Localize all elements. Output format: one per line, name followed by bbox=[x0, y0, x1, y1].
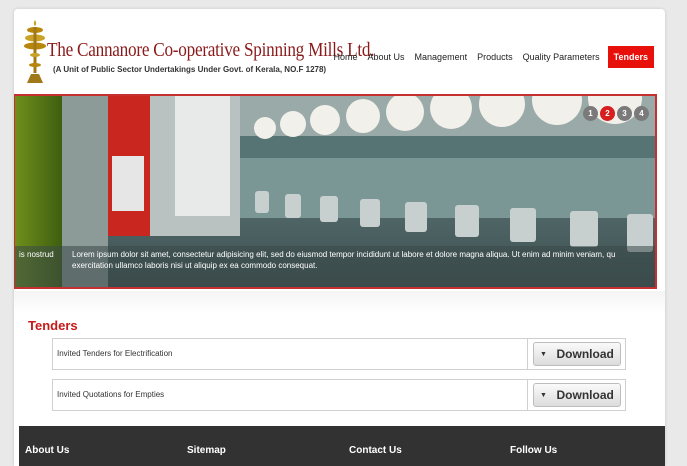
page-container: The Cannanore Co-operative Spinning Mill… bbox=[14, 9, 665, 466]
tenders-heading: Tenders bbox=[28, 318, 78, 333]
footer: About Us Sitemap Contact Us Follow Us bbox=[19, 426, 665, 466]
slider-caption: is nostrud Lorem ipsum dolor sit amet, c… bbox=[15, 246, 655, 276]
download-button[interactable]: ▼ Download bbox=[532, 342, 621, 366]
logo-lamp-icon bbox=[24, 20, 46, 83]
slider-pagination: 1 2 3 4 bbox=[583, 106, 649, 121]
nav-item-management[interactable]: Management bbox=[410, 46, 473, 68]
footer-follow-us[interactable]: Follow Us bbox=[510, 445, 557, 456]
tender-action-cell: ▼ Download bbox=[527, 380, 625, 410]
nav-item-tenders[interactable]: Tenders bbox=[607, 46, 654, 68]
nav-item-products[interactable]: Products bbox=[472, 46, 518, 68]
slider-caption-line-2: exercitation ullamco laboris nisi ut ali… bbox=[72, 261, 318, 270]
chevron-down-icon: ▼ bbox=[540, 391, 547, 399]
download-button[interactable]: ▼ Download bbox=[532, 383, 621, 407]
chevron-down-icon: ▼ bbox=[540, 350, 547, 358]
main-nav: Home About Us Management Products Qualit… bbox=[329, 46, 654, 68]
slider-shadow bbox=[14, 291, 665, 313]
download-label: Download bbox=[556, 388, 614, 402]
tender-row: Invited Quotations for Empties ▼ Downloa… bbox=[52, 379, 626, 411]
site-subtitle: (A Unit of Public Sector Undertakings Un… bbox=[53, 65, 327, 74]
image-slider[interactable]: 1 2 3 4 is nostrud Lorem ipsum dolor sit… bbox=[14, 94, 657, 289]
tender-action-cell: ▼ Download bbox=[527, 339, 625, 369]
slider-page-2[interactable]: 2 bbox=[600, 106, 615, 121]
nav-item-about-us[interactable]: About Us bbox=[363, 46, 410, 68]
nav-item-home[interactable]: Home bbox=[329, 46, 363, 68]
site-title[interactable]: The Cannanore Co-operative Spinning Mill… bbox=[47, 39, 375, 62]
tender-label: Invited Quotations for Empties bbox=[57, 390, 165, 399]
download-label: Download bbox=[556, 347, 614, 361]
slider-page-4[interactable]: 4 bbox=[634, 106, 649, 121]
slider-caption-left: is nostrud bbox=[19, 250, 54, 259]
footer-contact-us[interactable]: Contact Us bbox=[349, 445, 402, 456]
slider-page-3[interactable]: 3 bbox=[617, 106, 632, 121]
tender-row: Invited Tenders for Electrification ▼ Do… bbox=[52, 338, 626, 370]
slider-caption-text: Lorem ipsum dolor sit amet, consectetur … bbox=[72, 249, 655, 271]
tender-label: Invited Tenders for Electrification bbox=[57, 349, 173, 358]
nav-item-quality-parameters[interactable]: Quality Parameters bbox=[518, 46, 605, 68]
slider-page-1[interactable]: 1 bbox=[583, 106, 598, 121]
footer-about-us[interactable]: About Us bbox=[25, 445, 69, 456]
slider-caption-line-1: Lorem ipsum dolor sit amet, consectetur … bbox=[72, 250, 616, 259]
footer-sitemap[interactable]: Sitemap bbox=[187, 445, 226, 456]
